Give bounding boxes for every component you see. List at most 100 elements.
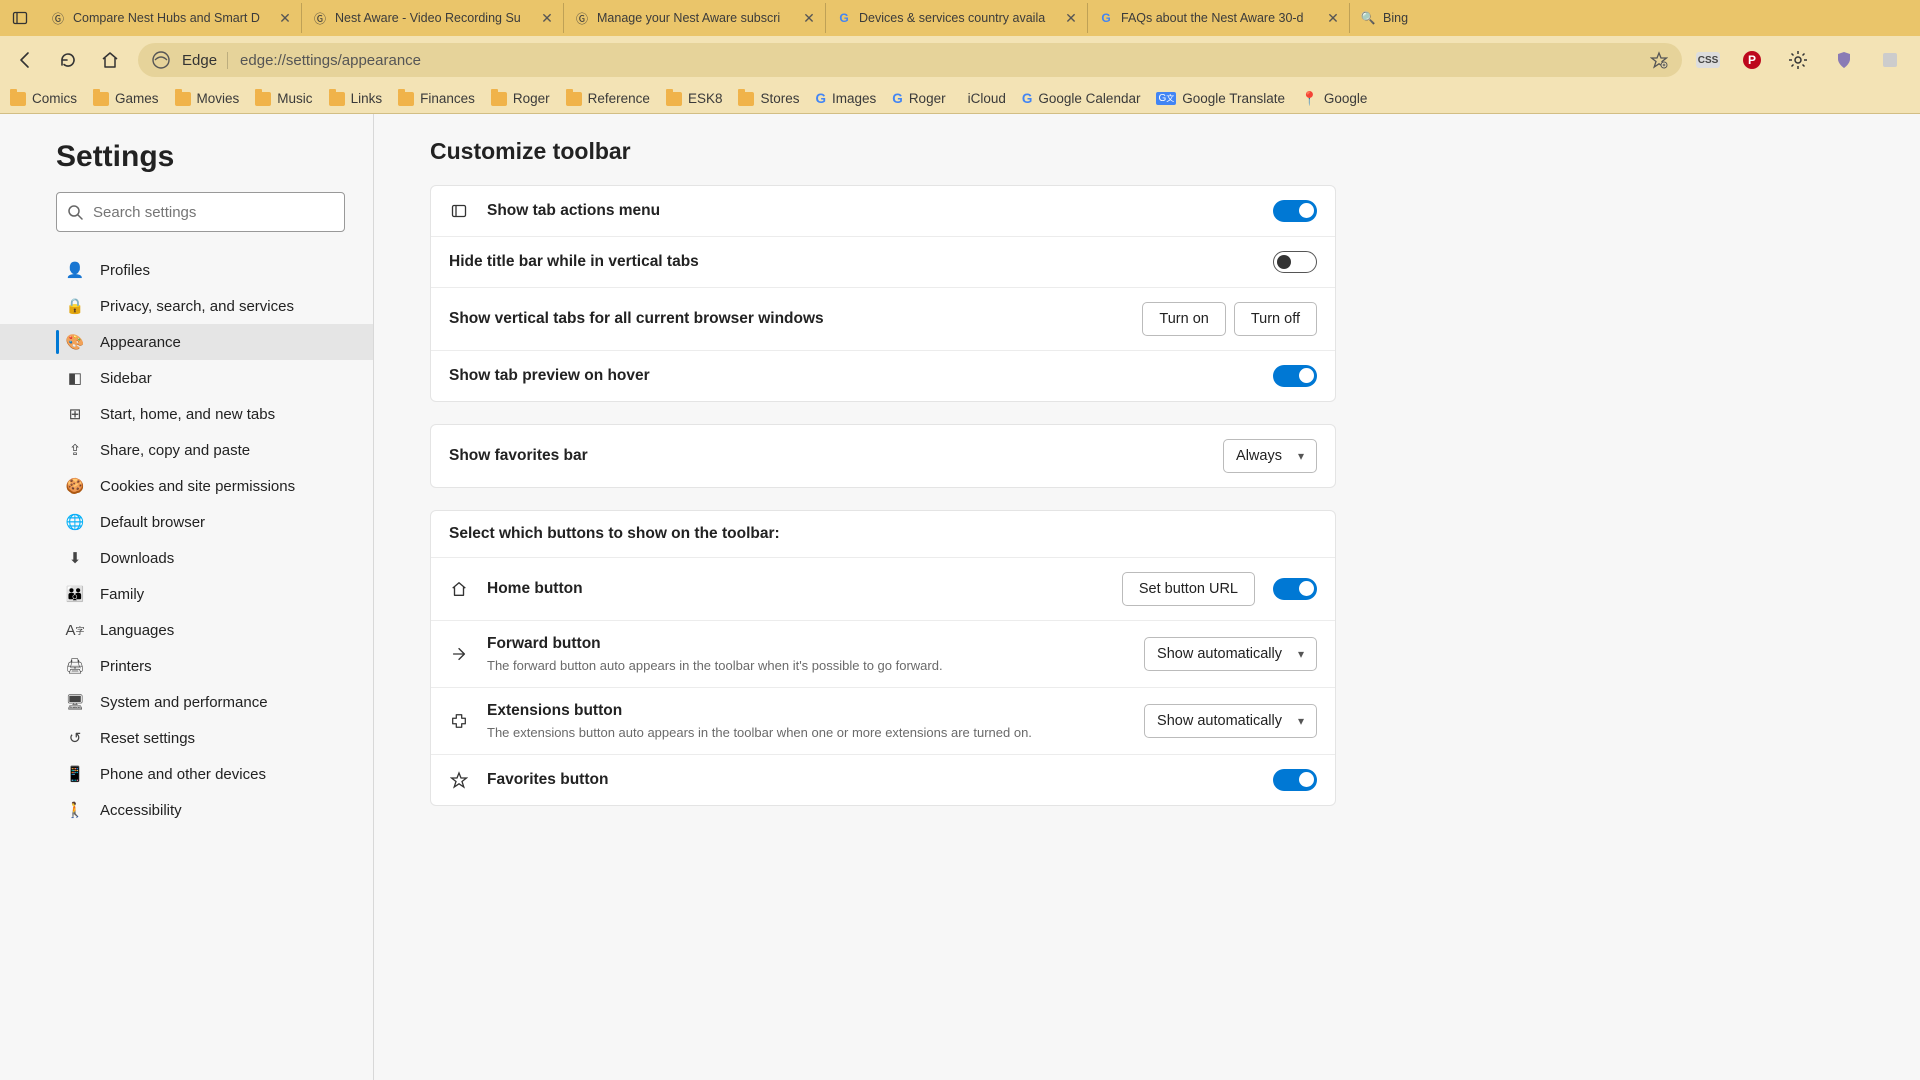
nav-reset[interactable]: ↺Reset settings: [0, 720, 373, 756]
fav-folder[interactable]: Roger: [491, 91, 550, 106]
tab[interactable]: Ⓖ Nest Aware - Video Recording Su ✕: [302, 3, 564, 33]
site-identity: Edge: [182, 52, 228, 69]
ext-css-icon[interactable]: CSS: [1696, 52, 1720, 68]
nav-label: System and performance: [100, 694, 268, 711]
fav-label: Google Calendar: [1038, 91, 1140, 106]
favorite-star-icon[interactable]: [1650, 51, 1668, 69]
card-heading-row: Select which buttons to show on the tool…: [431, 511, 1335, 558]
nav-label: Sidebar: [100, 370, 152, 387]
fav-folder[interactable]: Music: [255, 91, 312, 106]
folder-icon: [491, 92, 507, 106]
turn-off-button[interactable]: Turn off: [1234, 302, 1317, 336]
nav-appearance[interactable]: 🎨Appearance: [0, 324, 373, 360]
nav-languages[interactable]: A字Languages: [0, 612, 373, 648]
nav-privacy[interactable]: 🔒Privacy, search, and services: [0, 288, 373, 324]
nav-phone[interactable]: 📱Phone and other devices: [0, 756, 373, 792]
favicon-icon: Ⓖ: [50, 10, 66, 26]
fav-folder[interactable]: Finances: [398, 91, 475, 106]
lock-icon: 🔒: [66, 297, 84, 315]
nav-system[interactable]: 🖥 System and performance: [0, 684, 373, 720]
fav-label: Finances: [420, 91, 475, 106]
nav-accessibility[interactable]: 🚶Accessibility: [0, 792, 373, 828]
ext-gear-icon[interactable]: [1784, 46, 1812, 74]
row-title: Show favorites bar: [449, 447, 1205, 465]
browser-icon: 🌐: [66, 513, 84, 531]
tab-actions-icon: [449, 203, 469, 219]
monitor-icon: 🖥: [66, 693, 84, 711]
search-settings-input[interactable]: [56, 192, 345, 232]
refresh-button[interactable]: [54, 46, 82, 74]
nav-family[interactable]: 👪Family: [0, 576, 373, 612]
toolbar-options-card: Show tab actions menu Hide title bar whi…: [430, 185, 1336, 402]
favicon-icon: G: [836, 10, 852, 26]
close-icon[interactable]: ✕: [1325, 10, 1341, 26]
nav-printers[interactable]: 🖨Printers: [0, 648, 373, 684]
ext-shield-icon[interactable]: [1830, 46, 1858, 74]
fav-folder[interactable]: Reference: [566, 91, 650, 106]
chevron-down-icon: ▾: [1298, 647, 1304, 661]
nav-sidebar[interactable]: ◧Sidebar: [0, 360, 373, 396]
fav-link[interactable]: GImages: [816, 91, 877, 106]
row-tab-actions-menu: Show tab actions menu: [431, 186, 1335, 237]
fav-folder[interactable]: Comics: [10, 91, 77, 106]
turn-on-button[interactable]: Turn on: [1142, 302, 1225, 336]
tab-label: Nest Aware - Video Recording Su: [335, 11, 532, 25]
toggle-tab-actions-menu[interactable]: [1273, 200, 1317, 222]
fav-folder[interactable]: Links: [329, 91, 383, 106]
fav-link[interactable]: GRoger: [892, 91, 945, 106]
toggle-home-button[interactable]: [1273, 578, 1317, 600]
tab[interactable]: Ⓖ Manage your Nest Aware subscri ✕: [564, 3, 826, 33]
fav-folder[interactable]: Stores: [738, 91, 799, 106]
nav-label: Printers: [100, 658, 152, 675]
folder-icon: [10, 92, 26, 106]
google-icon: G: [816, 91, 827, 106]
toggle-favorites-button[interactable]: [1273, 769, 1317, 791]
fav-label: ESK8: [688, 91, 723, 106]
close-icon[interactable]: ✕: [277, 10, 293, 26]
fav-link[interactable]: 📍Google: [1301, 91, 1367, 107]
row-title: Home button: [487, 580, 1104, 598]
row-extensions-button: Extensions button The extensions button …: [431, 688, 1335, 755]
nav-profiles[interactable]: 👤Profiles: [0, 252, 373, 288]
ext-generic-icon[interactable]: [1876, 46, 1904, 74]
fav-folder[interactable]: ESK8: [666, 91, 723, 106]
toggle-tab-preview[interactable]: [1273, 365, 1317, 387]
favorites-bar-select[interactable]: Always ▾: [1223, 439, 1317, 473]
toggle-hide-title-bar[interactable]: [1273, 251, 1317, 273]
nav-downloads[interactable]: ⬇Downloads: [0, 540, 373, 576]
tab[interactable]: Ⓖ Compare Nest Hubs and Smart D ✕: [40, 3, 302, 33]
profile-icon: 👤: [66, 261, 84, 279]
row-forward-button: Forward button The forward button auto a…: [431, 621, 1335, 688]
fav-folder[interactable]: Movies: [175, 91, 240, 106]
nav-share[interactable]: ⇪Share, copy and paste: [0, 432, 373, 468]
fav-folder[interactable]: Games: [93, 91, 159, 106]
close-icon[interactable]: ✕: [801, 10, 817, 26]
accessibility-icon: 🚶: [66, 801, 84, 819]
tab-actions-icon[interactable]: [4, 4, 36, 32]
tab[interactable]: 🔍 Bing: [1350, 3, 1440, 33]
nav-default-browser[interactable]: 🌐Default browser: [0, 504, 373, 540]
set-button-url-button[interactable]: Set button URL: [1122, 572, 1255, 606]
tab[interactable]: G Devices & services country availa ✕: [826, 3, 1088, 33]
fav-label: Reference: [588, 91, 650, 106]
fav-link[interactable]: GGoogle Calendar: [1022, 91, 1141, 106]
extensions-button-select[interactable]: Show automatically ▾: [1144, 704, 1317, 738]
nav-start[interactable]: ⊞Start, home, and new tabs: [0, 396, 373, 432]
search-field[interactable]: [93, 204, 334, 221]
fav-link[interactable]: iCloud: [962, 91, 1006, 106]
row-tab-preview: Show tab preview on hover: [431, 351, 1335, 401]
address-bar[interactable]: Edge edge://settings/appearance: [138, 43, 1682, 77]
row-title: Favorites button: [487, 771, 1255, 789]
search-icon: [67, 204, 83, 220]
home-button[interactable]: [96, 46, 124, 74]
page-title: Settings: [0, 140, 373, 192]
forward-button-select[interactable]: Show automatically ▾: [1144, 637, 1317, 671]
back-button[interactable]: [12, 46, 40, 74]
close-icon[interactable]: ✕: [1063, 10, 1079, 26]
nav-cookies[interactable]: 🍪Cookies and site permissions: [0, 468, 373, 504]
close-icon[interactable]: ✕: [539, 10, 555, 26]
fav-link[interactable]: G文Google Translate: [1156, 91, 1285, 106]
ext-pinterest-icon[interactable]: P: [1738, 46, 1766, 74]
settings-content: Customize toolbar Show tab actions menu …: [374, 114, 1920, 1080]
tab[interactable]: G FAQs about the Nest Aware 30-d ✕: [1088, 3, 1350, 33]
